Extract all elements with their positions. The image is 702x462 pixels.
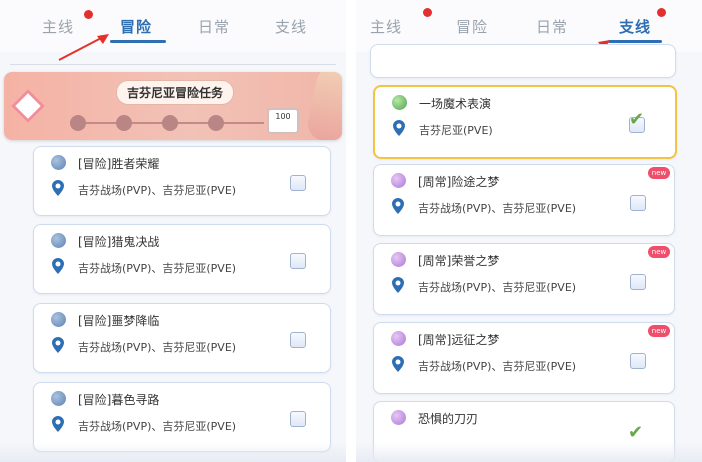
checkmark-icon: ✔ (628, 422, 644, 443)
task-checkbox[interactable] (290, 332, 306, 348)
task-checkbox[interactable] (630, 274, 646, 290)
notification-dot (423, 8, 432, 17)
active-tab-indicator (608, 40, 662, 43)
left-task-panel: 主线 冒险 日常 支线 吉芬尼亚冒险任务 100 [冒险]胜者荣耀 吉芬战场(P… (0, 0, 346, 462)
location-pin-icon (392, 277, 404, 293)
right-task-panel: 主线 冒险 日常 支线 一场魔术表演 吉芬尼亚(PVE) ✔ [周常]险途之梦 … (356, 0, 702, 462)
task-card-selected[interactable]: 一场魔术表演 吉芬尼亚(PVE) ✔ (373, 85, 677, 159)
task-title: [周常]险途之梦 (418, 175, 500, 189)
scroll-fade (356, 442, 702, 462)
task-card[interactable]: [冒险]猎鬼决战 吉芬战场(PVP)、吉芬尼亚(PVE) (33, 224, 331, 294)
task-location: 吉芬战场(PVP)、吉芬尼亚(PVE) (78, 341, 237, 354)
task-checkbox[interactable] (630, 353, 646, 369)
task-title: [周常]远征之梦 (418, 333, 500, 347)
task-title: [周常]荣誉之梦 (418, 254, 500, 268)
diamond-icon (11, 89, 45, 123)
tab-bar: 主线 冒险 日常 支线 (0, 0, 346, 52)
quest-icon (392, 95, 407, 110)
tab-side[interactable]: 支线 (619, 16, 651, 37)
progress-node (162, 115, 178, 131)
task-location: 吉芬战场(PVP)、吉芬尼亚(PVE) (418, 281, 577, 294)
task-card[interactable]: [冒险]胜者荣耀 吉芬战场(PVP)、吉芬尼亚(PVE) (33, 146, 331, 216)
task-title: [冒险]噩梦降临 (78, 314, 160, 328)
scroll-fade (0, 442, 346, 462)
task-card-partial[interactable] (370, 44, 676, 78)
new-badge: new (648, 325, 670, 337)
task-checkbox[interactable] (290, 253, 306, 269)
annotation-arrow (58, 34, 109, 61)
task-location: 吉芬尼亚(PVE) (419, 124, 493, 137)
task-location: 吉芬战场(PVP)、吉芬尼亚(PVE) (418, 360, 577, 373)
task-checkbox[interactable] (630, 195, 646, 211)
globe-icon (51, 155, 66, 170)
notification-dot (657, 8, 666, 17)
location-pin-icon (52, 258, 64, 274)
location-pin-icon (392, 356, 404, 372)
divider (10, 64, 336, 65)
globe-icon (51, 233, 66, 248)
new-badge: new (648, 167, 670, 179)
task-card[interactable]: [周常]荣誉之梦 吉芬战场(PVP)、吉芬尼亚(PVE) new (373, 243, 675, 315)
tab-daily[interactable]: 日常 (198, 16, 230, 37)
weekly-quest-icon (391, 331, 406, 346)
task-title: [冒险]暮色寻路 (78, 393, 160, 407)
task-title: 恐惧的刀刃 (418, 412, 479, 426)
task-location: 吉芬战场(PVP)、吉芬尼亚(PVE) (78, 262, 237, 275)
task-location: 吉芬战场(PVP)、吉芬尼亚(PVE) (78, 420, 237, 433)
task-card[interactable]: [冒险]噩梦降临 吉芬战场(PVP)、吉芬尼亚(PVE) (33, 303, 331, 373)
weekly-quest-icon (391, 252, 406, 267)
progress-node (208, 115, 224, 131)
progress-node (116, 115, 132, 131)
new-badge: new (648, 246, 670, 258)
location-pin-icon (52, 180, 64, 196)
task-location: 吉芬战场(PVP)、吉芬尼亚(PVE) (78, 184, 237, 197)
active-tab-indicator (110, 40, 166, 43)
task-title: [冒险]胜者荣耀 (78, 157, 160, 171)
panel-divider (346, 0, 356, 462)
globe-icon (51, 391, 66, 406)
task-card[interactable]: [周常]远征之梦 吉芬战场(PVP)、吉芬尼亚(PVE) new (373, 322, 675, 394)
checkmark-icon: ✔ (629, 109, 645, 130)
tab-adventure[interactable]: 冒险 (456, 16, 488, 37)
adventure-event-banner[interactable]: 吉芬尼亚冒险任务 100 (4, 72, 342, 140)
location-pin-icon (52, 416, 64, 432)
tab-side[interactable]: 支线 (275, 16, 307, 37)
notification-dot (84, 10, 93, 19)
location-pin-icon (393, 120, 405, 136)
task-title: 一场魔术表演 (419, 97, 492, 111)
tab-main[interactable]: 主线 (370, 16, 402, 37)
banner-title: 吉芬尼亚冒险任务 (116, 80, 235, 105)
task-card[interactable]: [周常]险途之梦 吉芬战场(PVP)、吉芬尼亚(PVE) new (373, 164, 675, 236)
task-checkbox[interactable] (290, 411, 306, 427)
weekly-quest-icon (391, 173, 406, 188)
tab-adventure[interactable]: 冒险 (120, 16, 152, 37)
location-pin-icon (52, 337, 64, 353)
task-location: 吉芬战场(PVP)、吉芬尼亚(PVE) (418, 202, 577, 215)
progress-node (70, 115, 86, 131)
location-pin-icon (392, 198, 404, 214)
character-art (304, 72, 342, 140)
reward-chest-icon[interactable]: 100 (267, 108, 299, 134)
quest-icon (391, 410, 406, 425)
task-title: [冒险]猎鬼决战 (78, 235, 160, 249)
task-checkbox[interactable] (290, 175, 306, 191)
globe-icon (51, 312, 66, 327)
reward-value: 100 (275, 112, 291, 121)
